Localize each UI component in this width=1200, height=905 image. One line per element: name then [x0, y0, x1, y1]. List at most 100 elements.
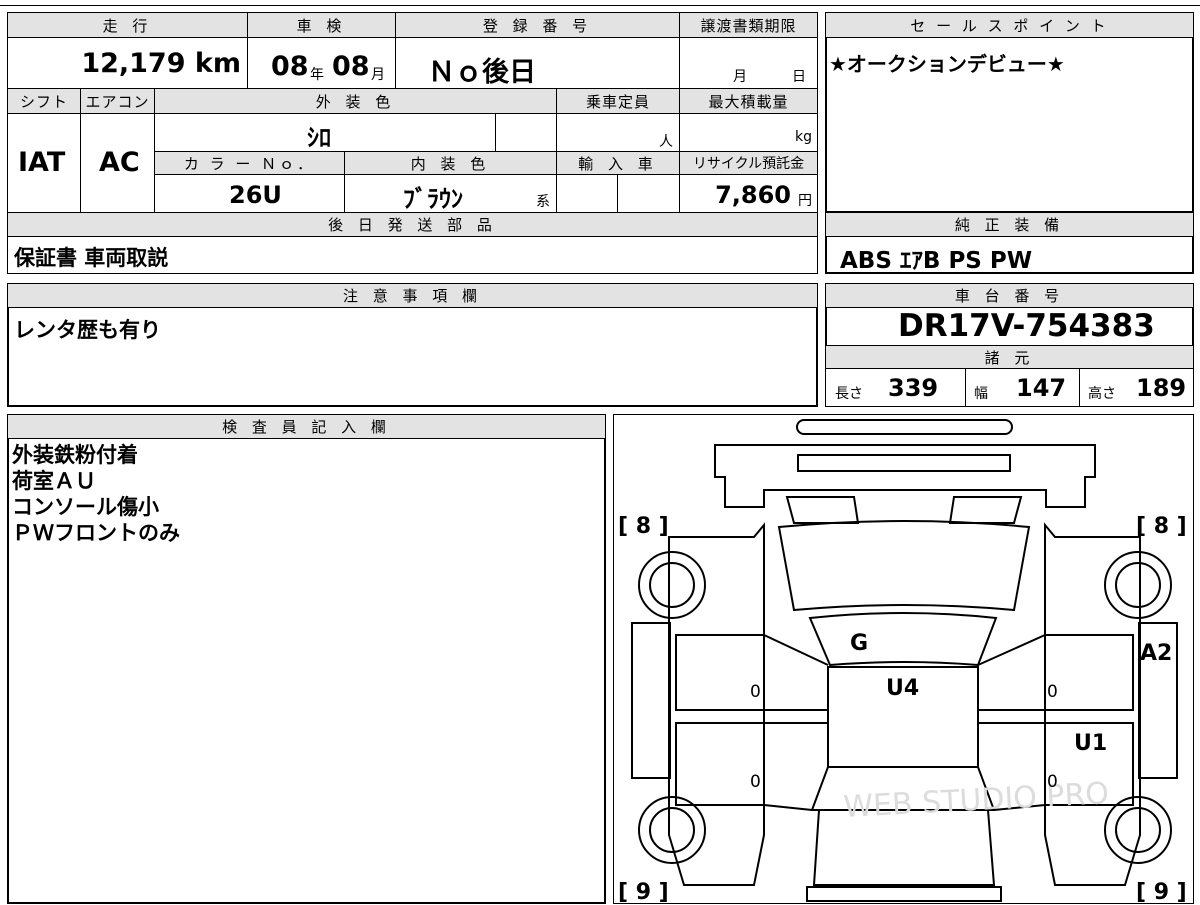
tire-fr-label: [ 8 ]	[1136, 514, 1187, 539]
shift-value: IAT	[18, 147, 66, 178]
later-parts-value: 保証書 車両取説	[14, 246, 169, 270]
registration-cell: Ｎｏ後日	[395, 37, 680, 89]
tire-rr-label: [ 9 ]	[1136, 880, 1187, 905]
windshield-mark: G	[850, 631, 868, 656]
later-parts-cell: 保証書 車両取説	[7, 236, 818, 274]
interior-color-suffix: 系	[536, 194, 550, 210]
interior-color-header: 内 装 色	[344, 151, 557, 175]
genuine-equipment-header: 純 正 装 備	[825, 212, 1194, 237]
shift-cell: IAT	[7, 113, 81, 213]
door-l2-mark: 0	[750, 772, 761, 792]
color-no-cell: 26U	[154, 174, 345, 213]
sales-point-value: ★オークションデビュー★	[829, 52, 1065, 76]
inspection-header: 車 検	[247, 12, 396, 38]
width-label: 幅	[974, 386, 988, 402]
length-value: 339	[888, 374, 939, 402]
left-headlight	[785, 496, 860, 524]
capacity-unit: 人	[659, 134, 673, 150]
exterior-color-header: 外 装 色	[154, 88, 557, 114]
capacity-header: 乗車定員	[556, 88, 680, 114]
length-cell: 長さ 339	[825, 368, 966, 407]
right-headlight	[948, 496, 1023, 524]
tire-fl-label: [ 8 ]	[618, 514, 669, 539]
inspector-line: 荷室ＡＵ	[12, 469, 96, 493]
transfer-month-unit: 月	[733, 69, 747, 85]
transfer-deadline-header: 譲渡書類期限	[679, 12, 818, 38]
inspection-year: 08	[271, 51, 309, 82]
car-diagram: WEB STUDIO PRO [ 8 ] [ 8 ] [ 9 ] [ 9 ] G…	[618, 419, 1187, 905]
left-front-window	[631, 622, 671, 779]
right-front-door	[1044, 634, 1134, 711]
shift-header: シフト	[7, 88, 81, 114]
wheel-rear-right	[1104, 796, 1172, 864]
wheel-front-right	[1104, 551, 1172, 619]
capacity-cell: 人	[556, 113, 680, 152]
right-body-outline	[1044, 522, 1141, 886]
front-bumper-shape	[796, 419, 1013, 435]
aircon-header: エアコン	[80, 88, 155, 114]
length-label: 長さ	[835, 386, 863, 402]
max-load-cell: kg	[679, 113, 818, 152]
height-value: 189	[1136, 374, 1187, 402]
width-value: 147	[1016, 374, 1067, 402]
tire-rl-label: [ 9 ]	[618, 880, 669, 905]
wheel-front-left	[638, 551, 706, 619]
notes-value: レンタ歴も有り	[14, 318, 161, 342]
import-cell-1	[556, 174, 618, 213]
left-rear-door	[675, 722, 765, 806]
import-header: 輸 入 車	[556, 151, 680, 175]
inspection-cell: 08 年 08 月	[247, 37, 396, 89]
color-no-header: カ ラ ー Ｎｏ．	[154, 151, 345, 175]
grille-shape	[797, 454, 1011, 472]
exterior-color-extra-cell	[495, 113, 557, 152]
door-l1-mark: 0	[750, 682, 761, 702]
inspection-year-unit: 年	[310, 67, 324, 83]
genuine-equipment-value: ABS ｴｱB PS PW	[840, 248, 1033, 274]
inspection-month-unit: 月	[371, 67, 385, 83]
inspector-header: 検 査 員 記 入 欄	[7, 414, 606, 439]
interior-color-value: ﾌﾞﾗｳﾝ	[403, 185, 463, 213]
top-clipped-strip	[0, 0, 1200, 6]
height-cell: 高さ 189	[1079, 368, 1194, 407]
notes-header: 注 意 事 項 欄	[7, 283, 818, 308]
door-r2-mark: 0	[1047, 772, 1058, 792]
door-r1-mark: 0	[1047, 682, 1058, 702]
aircon-cell: AC	[80, 113, 155, 213]
interior-color-cell: ﾌﾞﾗｳﾝ 系	[344, 174, 557, 213]
inspector-line: 外装鉄粉付着	[12, 443, 138, 467]
transfer-deadline-cell: 月 日	[679, 37, 818, 89]
registration-value: Ｎｏ後日	[428, 57, 536, 88]
hood-panel	[777, 520, 1031, 612]
recycle-unit: 円	[798, 193, 812, 209]
transfer-day-unit: 日	[792, 69, 806, 85]
specs-header: 諸 元	[825, 345, 1194, 369]
chassis-value: DR17V-754383	[898, 308, 1155, 344]
recycle-header: リサイクル預託金	[679, 151, 818, 175]
inspector-line: ＰＷフロントのみ	[12, 521, 180, 545]
rear-bumper-shape	[806, 886, 1002, 902]
inspector-notes: 外装鉄粉付着 荷室ＡＵ コンソール傷小 ＰＷフロントのみ	[12, 442, 180, 546]
sales-point-header: セ ー ル ス ポ イ ン ト	[825, 12, 1194, 38]
import-cell-2	[617, 174, 680, 213]
sales-point-panel	[825, 12, 1194, 213]
color-no-value: 26U	[229, 181, 282, 209]
aircon-value: AC	[99, 147, 140, 178]
right-front-mark: A2	[1140, 641, 1172, 666]
right-rear-mark: U1	[1074, 731, 1107, 756]
watermark: WEB STUDIO PRO	[843, 776, 1110, 825]
car-diagram-panel: WEB STUDIO PRO [ 8 ] [ 8 ] [ 9 ] [ 9 ] G…	[613, 414, 1194, 905]
recycle-value: 7,860	[715, 181, 791, 209]
registration-header: 登 録 番 号	[395, 12, 680, 38]
exterior-color-cell: ｼﾛ	[154, 113, 496, 152]
max-load-header: 最大積載量	[679, 88, 818, 114]
exterior-color-value: ｼﾛ	[307, 124, 331, 152]
later-parts-header: 後 日 発 送 部 品	[7, 212, 818, 237]
mileage-cell: 12,179 km	[7, 37, 248, 89]
inspector-line: コンソール傷小	[12, 495, 159, 519]
left-body-outline	[668, 522, 765, 886]
mileage-header: 走 行	[7, 12, 248, 38]
windshield	[808, 612, 998, 667]
inspection-month: 08	[332, 51, 370, 82]
width-cell: 幅 147	[965, 368, 1080, 407]
roof-mark: U4	[886, 676, 919, 701]
